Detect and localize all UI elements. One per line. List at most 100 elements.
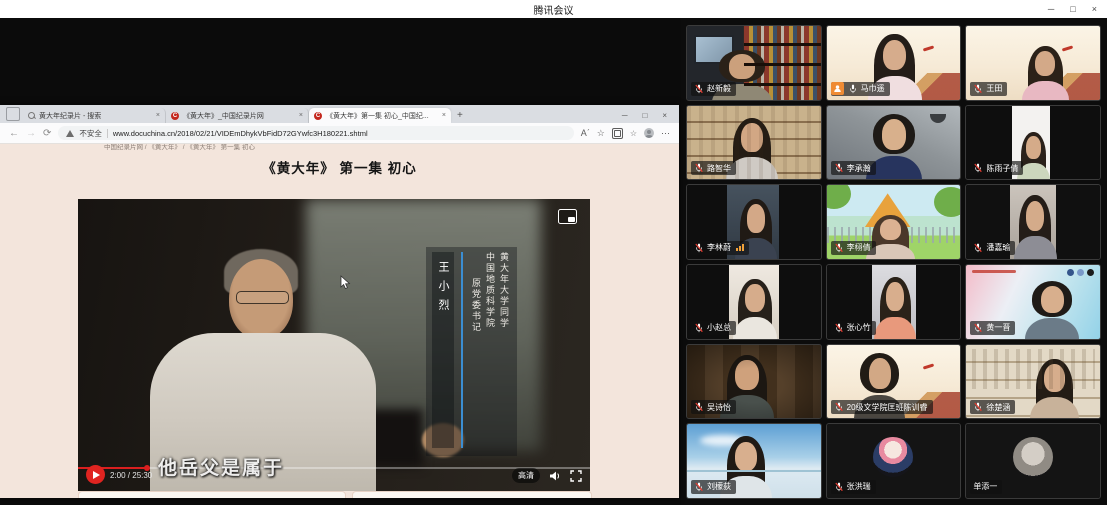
participant-name: 李林蔚 [707,242,731,253]
participant-name-badge: 路智华 [691,161,736,175]
participant-tile[interactable]: 张心竹 [826,264,962,340]
participant-name: 陈雨子倩 [986,163,1018,174]
browser-address-bar: ← → ⟳ 不安全 www.docuchina.cn/2018/02/21/VI… [0,123,679,144]
browser-tab-bar: 黄大年纪录片 - 搜索 × C 《黄大年》_中国纪录片网 × C 《黄大年》第一… [0,105,679,123]
browser-tab-active-video[interactable]: C 《黄大年》第一集 初心_中国纪... × [309,108,451,123]
mic-muted-icon [973,84,983,94]
tab-close-icon[interactable]: × [156,112,160,119]
screen-share-area: 黄大年纪录片 - 搜索 × C 《黄大年》_中国纪录片网 × C 《黄大年》第一… [0,18,681,505]
browser-maximize-icon[interactable]: □ [642,111,647,120]
play-button[interactable] [86,465,105,484]
read-aloud-icon[interactable]: Aˊ [581,128,590,138]
maximize-icon[interactable]: □ [1070,4,1075,14]
browser-minimize-icon[interactable]: ─ [622,111,628,120]
security-label: 不安全 [79,128,102,139]
participant-name: 马巾遥 [861,83,885,94]
tab-close-icon[interactable]: × [299,112,303,119]
participant-tile[interactable]: 吴诗怡 [686,344,822,420]
participant-tile[interactable]: 王田 [965,25,1101,101]
browser-window: 黄大年纪录片 - 搜索 × C 《黄大年》_中国纪录片网 × C 《黄大年》第一… [0,105,679,498]
participant-tile[interactable]: 李林蔚 [686,184,822,260]
interviewee-title: 黄大年大学同学 [497,252,511,448]
mic-muted-icon [973,163,983,173]
participant-tile[interactable]: 黄一晋 [965,264,1101,340]
participant-tile[interactable]: 潘嘉瑜 [965,184,1101,260]
mic-muted-icon [973,243,983,253]
breadcrumb[interactable]: 中国纪录片网 / 《黄大年》 / 《黄大年》 第一集 初心 [104,144,255,151]
participant-tile[interactable]: 刘檬荻 [686,423,822,499]
mic-muted-icon [834,243,844,253]
related-content-card[interactable] [78,491,346,498]
quality-button[interactable]: 高清 [512,468,540,483]
cartoon-bush [826,184,851,209]
mic-muted-icon [973,402,983,412]
player-controls: 高清 [512,468,582,483]
video-time: 2:00 / 25:30 [110,471,152,480]
participant-tile[interactable]: 小赵总 [686,264,822,340]
settings-menu-icon[interactable]: ⋯ [661,128,670,139]
network-signal-icon [736,244,744,251]
participant-name-badge: 李林蔚 [691,241,749,255]
banner-text [972,270,1016,273]
participant-tile[interactable]: 张洪瑞 [826,423,962,499]
browser-tab-search[interactable]: 黄大年纪录片 - 搜索 × [23,108,166,123]
mic-muted-icon [834,402,844,412]
picture-in-picture-icon[interactable] [558,209,577,224]
forward-icon[interactable]: → [26,128,36,139]
collections-icon[interactable] [612,128,623,139]
participant-name-badge: 王田 [970,82,1007,96]
insecure-warning-icon [66,130,74,137]
participant-tile[interactable]: 赵新毅 [686,25,822,101]
participant-name: 张洪瑞 [847,481,871,492]
star-icon[interactable]: ☆ [630,129,637,138]
participant-tile[interactable]: 陈雨子倩 [965,105,1101,181]
profile-avatar[interactable] [644,128,654,138]
minimize-icon[interactable]: ─ [1048,4,1054,14]
favorites-icon[interactable]: ☆ [597,128,605,139]
volume-icon[interactable] [549,470,561,482]
new-tab-button[interactable]: + [457,110,463,121]
person-figure [1028,281,1076,340]
browser-close-icon[interactable]: × [662,111,667,120]
video-player[interactable]: 王小烈 黄大年大学同学 中国地质科学院 原党委书记 [78,199,590,491]
person-figure [1032,359,1076,420]
mic-muted-icon [694,84,704,94]
page-title: 《黄大年》 第一集 初心 [0,144,679,177]
participant-name-badge: 张洪瑞 [831,480,876,494]
participant-name: 潘嘉瑜 [986,242,1010,253]
participant-tile[interactable]: 马巾遥 [826,25,962,101]
interviewee-caption: 王小烈 黄大年大学同学 中国地质科学院 原党委书记 [426,247,517,456]
participant-name-badge: 李承瀚 [831,161,876,175]
participant-tile[interactable]: 20级文学院匡班陈训睿 [826,344,962,420]
page-url: www.docuchina.cn/2018/02/21/VIDEmDhykVbF… [113,129,368,138]
close-icon[interactable]: × [1092,4,1097,14]
participant-name-badge: 赵新毅 [691,82,736,96]
participant-name: 徐楚涵 [986,402,1010,413]
participant-name: 张心竹 [847,322,871,333]
participant-tile[interactable]: 单添一 [965,423,1101,499]
participant-name-badge: 潘嘉瑜 [970,241,1015,255]
tab-close-icon[interactable]: × [442,112,446,119]
related-content-card[interactable] [352,491,592,498]
interviewee-titles: 黄大年大学同学 中国地质科学院 原党委书记 [469,252,511,448]
participant-name: 李栩倩 [847,242,871,253]
participant-name: 路智华 [707,163,731,174]
web-page: 中国纪录片网 / 《黄大年》 / 《黄大年》 第一集 初心 《黄大年》 第一集 … [0,144,679,498]
mic-muted-icon [973,323,983,333]
browser-tab-docuchina-home[interactable]: C 《黄大年》_中国纪录片网 × [166,108,309,123]
mic-muted-icon [834,163,844,173]
mic-muted-icon [834,482,844,492]
participant-tile[interactable]: 李承瀚 [826,105,962,181]
participant-name: 小赵总 [707,322,731,333]
tab-actions-icon[interactable] [6,107,20,121]
back-icon[interactable]: ← [9,128,19,139]
participant-tile[interactable]: 路智华 [686,105,822,181]
participant-tile[interactable]: 徐楚涵 [965,344,1101,420]
interviewee-name: 王小烈 [432,252,454,448]
refresh-icon[interactable]: ⟳ [43,128,51,139]
window-controls: ─ □ × [1048,0,1097,18]
divider [107,129,108,138]
participant-tile[interactable]: 李栩倩 [826,184,962,260]
fullscreen-icon[interactable] [570,470,582,482]
address-field[interactable]: 不安全 www.docuchina.cn/2018/02/21/VIDEmDhy… [58,126,573,140]
